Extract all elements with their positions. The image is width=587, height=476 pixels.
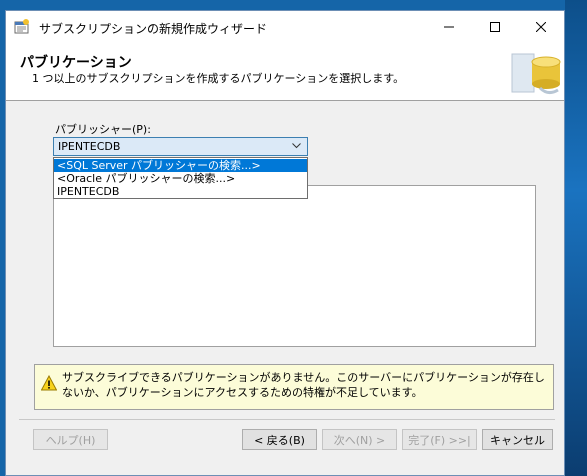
- warning-text: サブスクライブできるパブリケーションがありません。このサーバーにパブリケーション…: [62, 371, 545, 399]
- page-title: パブリケーション: [20, 55, 132, 71]
- maximize-button[interactable]: [472, 11, 518, 42]
- next-button[interactable]: 次へ(N) >: [322, 429, 397, 450]
- window-title: サブスクリプションの新規作成ウィザード: [39, 22, 268, 36]
- publisher-option-oracle-search[interactable]: <Oracle パブリッシャーの検索...>: [54, 172, 307, 185]
- minimize-icon: [444, 26, 454, 27]
- publication-list[interactable]: [53, 185, 536, 347]
- title-bar[interactable]: サブスクリプションの新規作成ウィザード: [6, 11, 564, 42]
- database-graphic-icon: [511, 53, 561, 95]
- page-subtitle: 1 つ以上のサブスクリプションを作成するパブリケーションを選択します。: [32, 72, 405, 85]
- finish-button[interactable]: 完了(F) >>|: [402, 429, 477, 450]
- publisher-combobox[interactable]: IPENTECDB: [53, 137, 308, 156]
- cancel-button[interactable]: キャンセル: [482, 429, 553, 450]
- publisher-selected-value: IPENTECDB: [58, 140, 121, 153]
- wizard-header: パブリケーション 1 つ以上のサブスクリプションを作成するパブリケーションを選択…: [6, 42, 564, 101]
- chevron-down-icon[interactable]: [292, 143, 301, 149]
- maximize-icon: [490, 21, 500, 32]
- back-button[interactable]: < 戻る(B): [242, 429, 317, 450]
- warning-icon: [41, 375, 57, 391]
- minimize-button[interactable]: [426, 11, 472, 42]
- wizard-app-icon: [14, 19, 29, 34]
- publisher-option-sqlserver-search[interactable]: <SQL Server パブリッシャーの検索...>: [54, 159, 307, 172]
- publisher-dropdown-list[interactable]: <SQL Server パブリッシャーの検索...> <Oracle パブリッシ…: [53, 157, 308, 199]
- publisher-label: パブリッシャー(P):: [55, 123, 151, 136]
- close-window-button[interactable]: [518, 11, 564, 42]
- publisher-option-ipentecdb[interactable]: IPENTECDB: [54, 185, 307, 198]
- footer-divider: [19, 419, 555, 420]
- warning-message-box: サブスクライブできるパブリケーションがありません。このサーバーにパブリケーション…: [34, 364, 554, 410]
- wizard-window: サブスクリプションの新規作成ウィザード パブリケーション 1 つ以上のサブスクリ…: [5, 10, 565, 476]
- desktop-background: [565, 0, 587, 476]
- help-button[interactable]: ヘルプ(H): [33, 429, 108, 450]
- close-icon: [536, 21, 546, 32]
